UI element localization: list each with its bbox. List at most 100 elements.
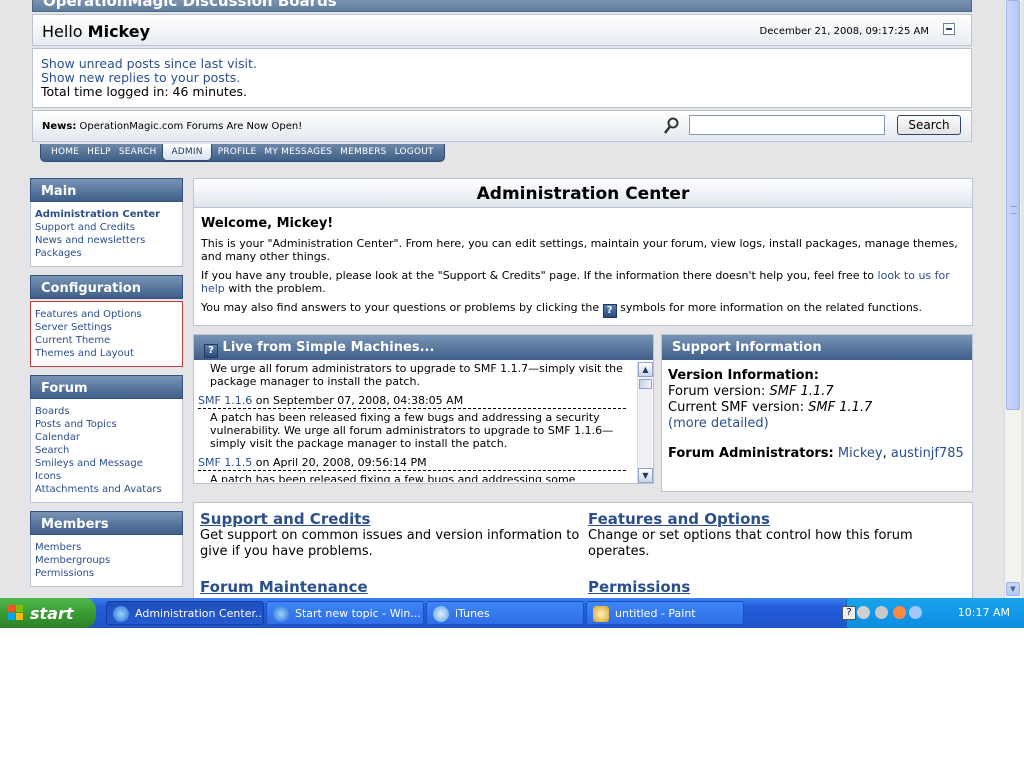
start-button[interactable]: start	[0, 598, 96, 628]
support-credits-desc: Get support on common issues and version…	[200, 528, 580, 559]
live-news-title: Live from Simple Machines...	[222, 340, 435, 355]
news-bar: News: OperationMagic.com Forums Are Now …	[32, 110, 972, 142]
browser-scroll-thumb[interactable]	[1006, 0, 1020, 410]
help-icon[interactable]: ?	[204, 344, 218, 358]
menu-item-help[interactable]: HELP	[83, 144, 115, 161]
task-label: Start new topic - Win...	[295, 607, 421, 620]
sidebar-item-themes-and-layout[interactable]: Themes and Layout	[35, 347, 178, 360]
sidebar-item-search[interactable]: Search	[35, 444, 178, 457]
volume-icon[interactable]	[909, 606, 922, 619]
permissions-link[interactable]: Permissions	[588, 578, 690, 596]
live-entry-version-link[interactable]: SMF 1.1.6	[198, 394, 252, 407]
current-date: December 21, 2008, 09:17:25 AM	[759, 26, 929, 37]
scroll-down-icon[interactable]: ▼	[1006, 582, 1020, 596]
sidebar-item-attachments-and-avatars[interactable]: Attachments and Avatars	[35, 483, 178, 496]
sidebar-item-administration-center[interactable]: Administration Center	[35, 208, 178, 221]
forum-maintenance-link[interactable]: Forum Maintenance	[200, 578, 368, 596]
greeting-username: Mickey	[87, 22, 151, 41]
sidebar-item-permissions[interactable]: Permissions	[35, 567, 178, 580]
paint-icon	[593, 606, 609, 622]
network-icon[interactable]	[875, 606, 888, 619]
sidebar-configuration-list: Features and Options Server Settings Curre…	[30, 301, 183, 367]
admin-link-mickey[interactable]: Mickey	[838, 446, 883, 461]
task-itunes[interactable]: iTunes	[426, 601, 584, 625]
admin-link-austinjf785[interactable]: austinjf785	[891, 446, 964, 461]
browser-scrollbar[interactable]: ▼	[1004, 0, 1021, 598]
features-options-desc: Change or set options that control how t…	[588, 528, 913, 559]
version-information-label: Version Information:	[668, 368, 819, 383]
live-entry-title: SMF 1.1.5 on April 20, 2008, 09:56:14 PM	[198, 456, 626, 471]
sidebar-item-support-and-credits[interactable]: Support and Credits	[35, 221, 178, 234]
scroll-thumb[interactable]	[639, 379, 652, 389]
menu-item-admin[interactable]: ADMIN	[162, 144, 212, 161]
sidebar-item-features-and-options[interactable]: Features and Options	[35, 308, 178, 321]
collapse-icon[interactable]	[943, 23, 955, 35]
intro-paragraph: This is your "Administration Center". Fr…	[201, 237, 958, 263]
task-start-new-topic[interactable]: Start new topic - Win...	[266, 601, 424, 625]
scroll-up-icon[interactable]: ▲	[638, 362, 653, 377]
menu-item-search[interactable]: SEARCH	[115, 144, 161, 161]
menu-item-logout[interactable]: LOGOUT	[391, 144, 438, 161]
sidebar-item-membergroups[interactable]: Membergroups	[35, 554, 178, 567]
menu-item-my-messages[interactable]: MY MESSAGES	[260, 144, 336, 161]
task-paint[interactable]: untitled - Paint	[586, 601, 744, 625]
trouble-paragraph: If you have any trouble, please look at …	[201, 269, 965, 295]
itunes-icon	[433, 606, 449, 622]
unread-posts-link[interactable]: Show unread posts since last visit.	[41, 57, 963, 71]
task-administration-center[interactable]: Administration Center...	[106, 601, 264, 625]
sidebar-item-calendar[interactable]: Calendar	[35, 431, 178, 444]
news: News: OperationMagic.com Forums Are Now …	[42, 121, 302, 132]
sidebar-item-members[interactable]: Members	[35, 541, 178, 554]
site-title: OperationMagic Discussion Boards	[43, 0, 337, 10]
menu-item-members[interactable]: MEMBERS	[336, 144, 390, 161]
help-text-end: symbols for more information on the rela…	[620, 301, 923, 314]
help-paragraph: You may also find answers to your questi…	[201, 301, 965, 318]
sidebar-item-packages[interactable]: Packages	[35, 247, 178, 260]
task-label: Administration Center...	[135, 607, 264, 620]
live-entry-version-link[interactable]: SMF 1.1.5	[198, 456, 252, 469]
help-tray-icon[interactable]: ?	[842, 606, 856, 620]
new-replies-link[interactable]: Show new replies to your posts.	[41, 71, 963, 85]
page-title: Administration Center	[194, 179, 972, 208]
sidebar-item-news-and-newsletters[interactable]: News and newsletters	[35, 234, 178, 247]
admin-sidebar: Main Administration Center Support and Cr…	[30, 178, 183, 595]
more-detailed-link[interactable]: (more detailed)	[668, 416, 769, 431]
news-text: OperationMagic.com Forums Are Now Open!	[79, 121, 303, 132]
sidebar-configuration-header: Configuration	[30, 275, 183, 299]
current-version-value: SMF 1.1.7	[808, 400, 873, 415]
forum-administrators-label: Forum Administrators:	[668, 446, 834, 461]
sidebar-item-server-settings[interactable]: Server Settings	[35, 321, 178, 334]
live-entry-date: on April 20, 2008, 09:56:14 PM	[255, 456, 427, 469]
administration-center-panel: Administration Center Welcome, Mickey! T…	[193, 178, 973, 326]
sidebar-forum-header: Forum	[30, 375, 183, 399]
current-version: Current SMF version: SMF 1.1.7	[668, 400, 966, 416]
live-news-scrollbar[interactable]: ▲ ▼	[637, 362, 653, 483]
sidebar-item-icons[interactable]: Icons	[35, 470, 178, 483]
forum-version-value: SMF 1.1.7	[769, 384, 834, 399]
menu-item-home[interactable]: HOME	[47, 144, 83, 161]
back-icon[interactable]	[857, 606, 870, 619]
trouble-text: If you have any trouble, please look at …	[201, 269, 875, 282]
support-credits-link[interactable]: Support and Credits	[200, 510, 370, 528]
features-options-link[interactable]: Features and Options	[588, 510, 770, 528]
browser-viewport: OperationMagic Discussion Boards Hello M…	[0, 0, 1004, 598]
messenger-icon[interactable]	[893, 606, 906, 619]
sidebar-item-current-theme[interactable]: Current Theme	[35, 334, 178, 347]
help-text: You may also find answers to your questi…	[201, 301, 600, 314]
internet-explorer-icon	[273, 606, 289, 622]
search-button[interactable]: Search	[897, 115, 961, 135]
live-news-panel: ? Live from Simple Machines... We urge a…	[193, 334, 654, 484]
sidebar-item-posts-and-topics[interactable]: Posts and Topics	[35, 418, 178, 431]
sidebar-members-header: Members	[30, 511, 183, 535]
forum-version: Forum version: SMF 1.1.7	[668, 384, 966, 400]
sidebar-item-boards[interactable]: Boards	[35, 405, 178, 418]
start-label: start	[30, 604, 74, 623]
section-support-credits: Support and Credits Get support on commo…	[200, 509, 580, 560]
internet-explorer-icon	[113, 606, 129, 622]
sidebar-item-smileys-and-message[interactable]: Smileys and Message	[35, 457, 178, 470]
greeting: Hello Mickey	[42, 22, 150, 41]
menu-item-profile[interactable]: PROFILE	[214, 144, 261, 161]
live-news-content: We urge all forum administrators to upgr…	[198, 362, 634, 482]
scroll-down-icon[interactable]: ▼	[638, 468, 653, 483]
search-input[interactable]	[689, 115, 885, 135]
